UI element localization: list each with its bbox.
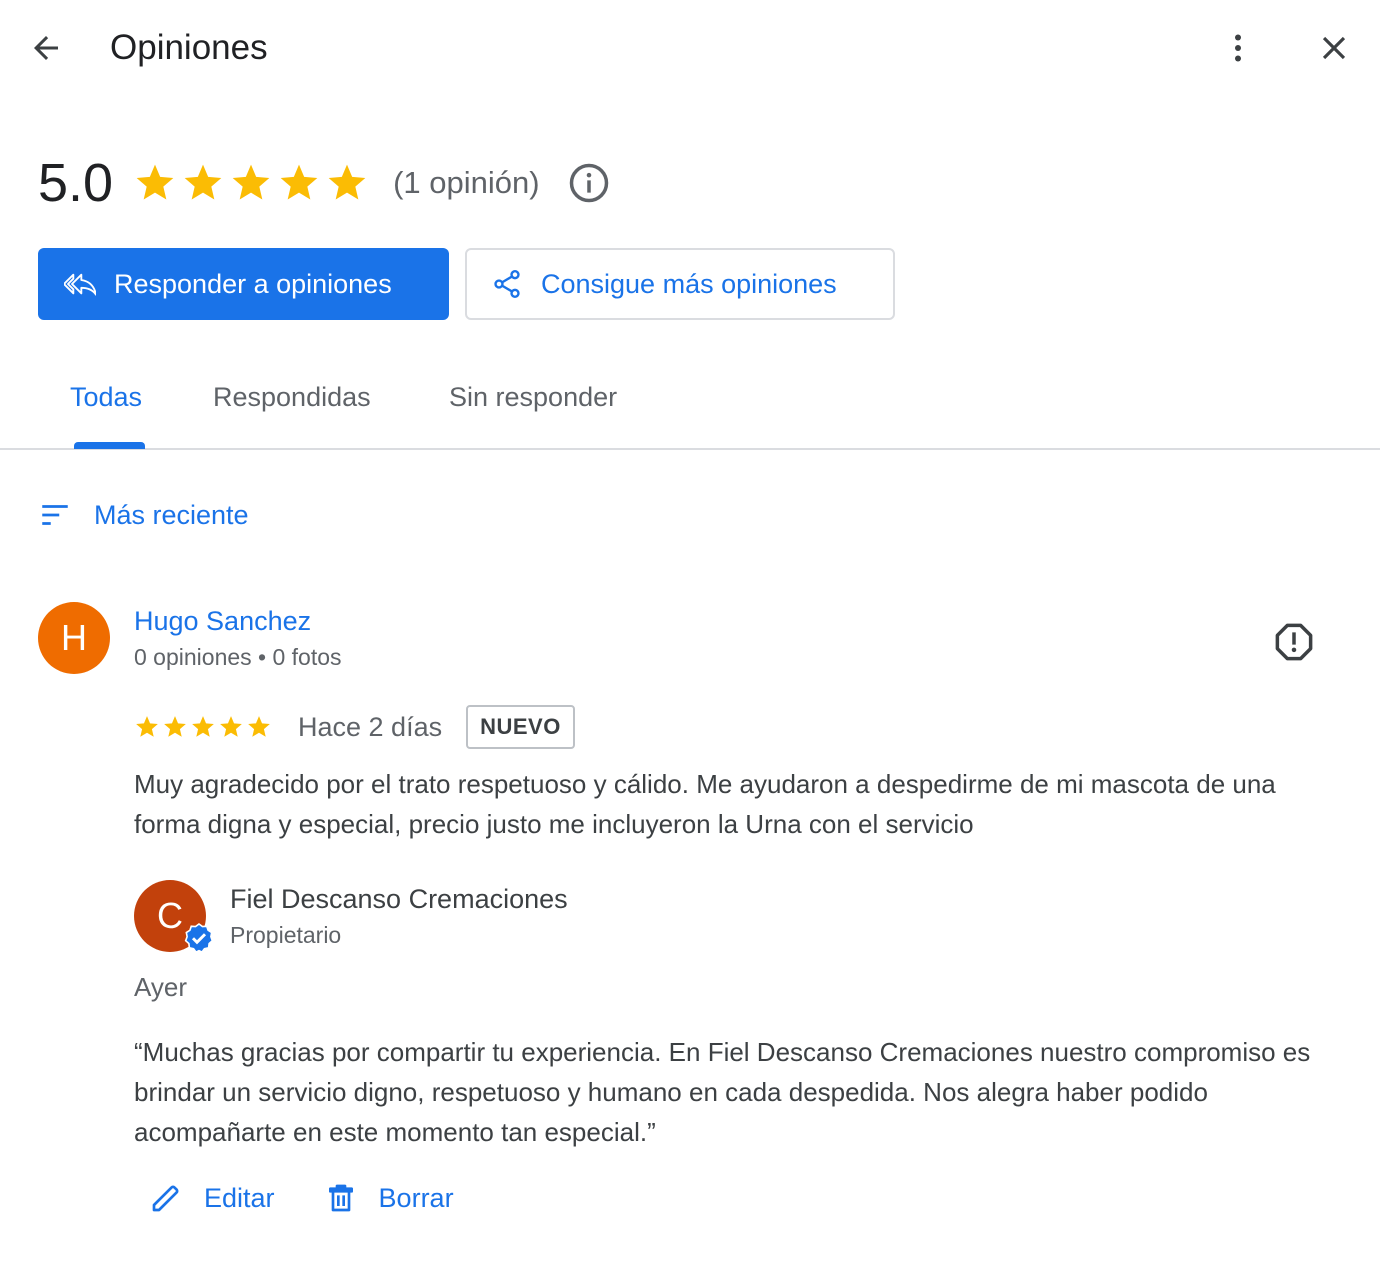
close-button[interactable]	[1310, 24, 1358, 72]
owner-avatar-letter: C	[157, 895, 183, 936]
star-icon	[192, 716, 214, 737]
star-icon	[328, 164, 366, 200]
arrow-back-icon	[34, 36, 58, 60]
info-icon[interactable]	[568, 162, 610, 204]
review-count: (1 opinión)	[393, 165, 540, 200]
reply-text: “Muchas gracias por compartir tu experie…	[134, 1037, 1311, 1147]
star-icon	[280, 164, 318, 200]
reviewer-name[interactable]: Hugo Sanchez	[134, 606, 311, 637]
owner-name: Fiel Descanso Cremaciones	[230, 884, 568, 914]
new-badge: NUEVO	[466, 705, 575, 749]
rating-summary: 5.0 (1 opinión)	[38, 150, 610, 216]
star-icon	[136, 716, 158, 737]
review-time: Hace 2 días	[298, 711, 443, 742]
top-bar: Opiniones	[0, 0, 1380, 96]
review-stars	[134, 714, 272, 740]
page-title: Opiniones	[110, 28, 268, 67]
tab-answered[interactable]: Respondidas	[213, 382, 371, 413]
owner-role: Propietario	[230, 922, 342, 948]
edit-button[interactable]: Editar	[150, 1182, 275, 1214]
sort-label: Más reciente	[94, 499, 249, 530]
reply-to-reviews-label: Responder a opiniones	[114, 268, 392, 299]
get-more-reviews-button[interactable]: Consigue más opiniones	[465, 248, 895, 320]
reply-time: Ayer	[134, 972, 187, 1002]
trash-icon	[328, 1184, 353, 1212]
review-tabs: Todas Respondidas Sin responder	[0, 360, 1380, 450]
star-icon	[248, 716, 270, 737]
star-icon	[184, 164, 222, 200]
average-rating: 5.0	[38, 153, 114, 213]
reply-actions: Editar Borrar	[150, 1182, 454, 1214]
star-icon	[232, 164, 270, 200]
verified-icon	[184, 923, 214, 954]
star-icon	[220, 716, 242, 737]
tab-unanswered[interactable]: Sin responder	[449, 382, 617, 413]
close-icon	[1322, 36, 1346, 60]
get-more-reviews-label: Consigue más opiniones	[541, 268, 837, 299]
tab-all[interactable]: Todas	[70, 382, 142, 413]
avatar-letter: H	[61, 617, 87, 658]
report-button[interactable]	[1270, 618, 1318, 666]
sort-icon	[42, 505, 68, 525]
share-icon	[494, 270, 520, 298]
delete-label: Borrar	[378, 1182, 454, 1213]
more-vert-icon	[1235, 34, 1241, 62]
review-text: Muy agradecido por el trato respetuoso y…	[134, 769, 1276, 839]
back-button[interactable]	[22, 24, 70, 72]
edit-icon	[152, 1185, 179, 1212]
reply-to-reviews-button[interactable]: Responder a opiniones	[38, 248, 449, 320]
rating-stars	[133, 161, 369, 205]
report-icon	[1275, 623, 1313, 661]
star-icon	[164, 716, 186, 737]
more-options-button[interactable]	[1214, 24, 1262, 72]
reviewer-meta: 0 opiniones • 0 fotos	[134, 644, 342, 670]
sort-button[interactable]: Más reciente	[38, 498, 249, 532]
edit-label: Editar	[204, 1182, 275, 1213]
delete-button[interactable]: Borrar	[325, 1182, 454, 1214]
review-meta-row: Hace 2 días NUEVO	[134, 704, 575, 750]
reply-all-icon	[64, 273, 96, 296]
active-tab-indicator	[74, 442, 145, 449]
action-buttons: Responder a opiniones Consigue más opini…	[38, 248, 895, 320]
avatar[interactable]: H	[38, 602, 110, 674]
star-icon	[136, 164, 174, 200]
